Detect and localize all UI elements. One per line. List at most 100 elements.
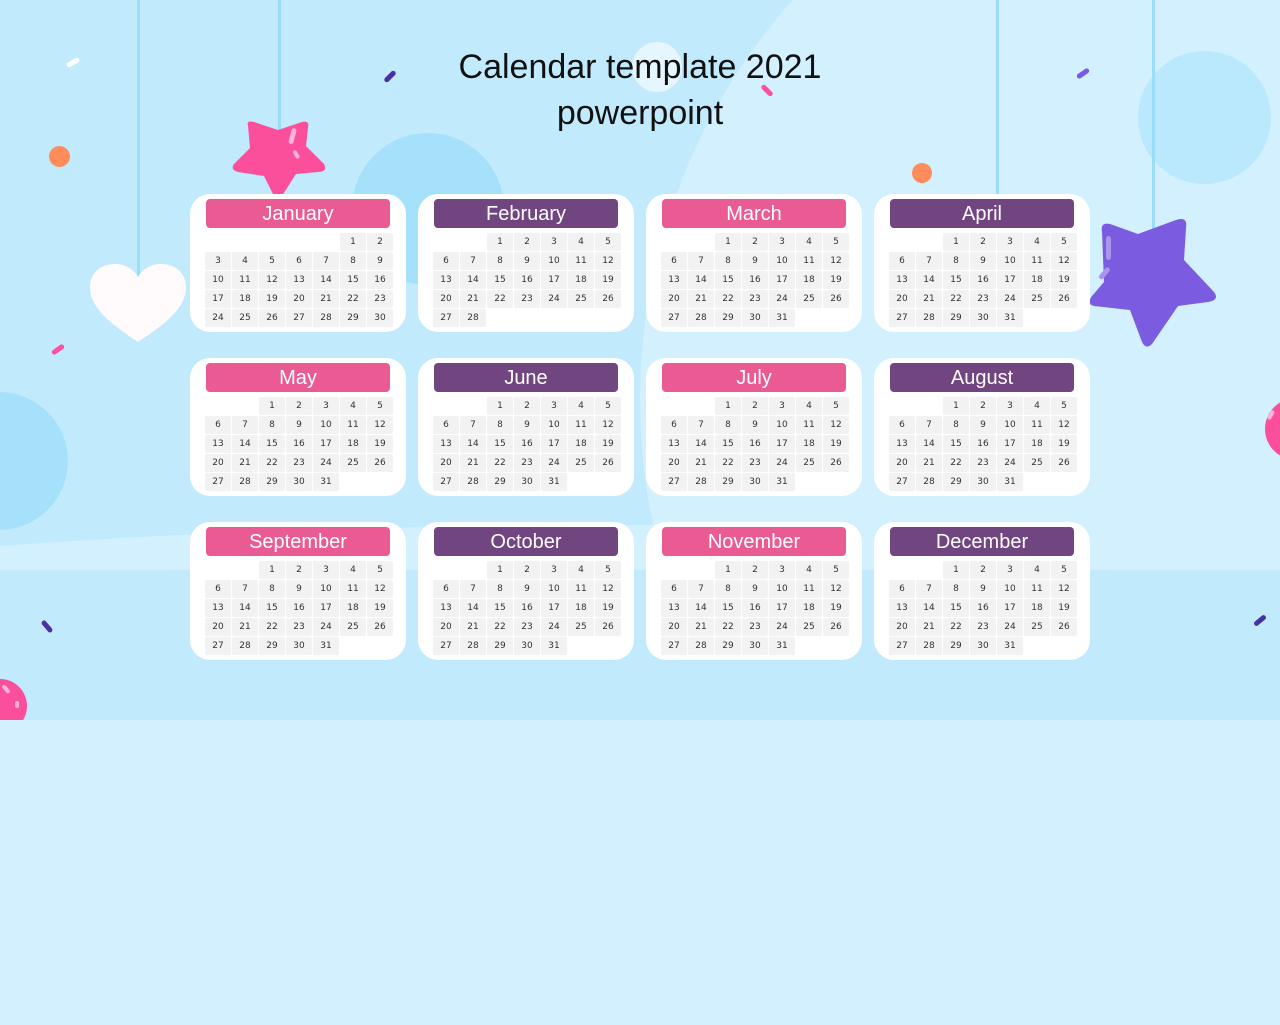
day-cell[interactable]: 3 xyxy=(769,561,795,579)
day-cell[interactable]: 27 xyxy=(205,473,231,491)
day-cell[interactable]: 2 xyxy=(514,561,540,579)
day-cell[interactable]: 6 xyxy=(661,252,687,270)
day-cell[interactable]: 1 xyxy=(943,397,969,415)
day-cell[interactable]: 24 xyxy=(541,454,567,472)
day-cell[interactable]: 21 xyxy=(688,454,714,472)
day-cell[interactable]: 28 xyxy=(313,309,339,327)
day-cell[interactable]: 2 xyxy=(742,397,768,415)
day-cell[interactable]: 16 xyxy=(970,271,996,289)
day-cell[interactable]: 5 xyxy=(823,233,849,251)
day-cell[interactable]: 7 xyxy=(313,252,339,270)
day-cell[interactable]: 24 xyxy=(313,618,339,636)
day-cell[interactable]: 2 xyxy=(514,233,540,251)
day-cell[interactable]: 13 xyxy=(286,271,312,289)
day-cell[interactable]: 10 xyxy=(541,580,567,598)
day-cell[interactable]: 1 xyxy=(943,233,969,251)
day-cell[interactable]: 26 xyxy=(1051,290,1077,308)
day-cell[interactable]: 7 xyxy=(460,416,486,434)
day-cell[interactable]: 10 xyxy=(541,416,567,434)
day-cell[interactable]: 21 xyxy=(232,454,258,472)
day-cell[interactable]: 1 xyxy=(715,397,741,415)
day-cell[interactable]: 28 xyxy=(688,309,714,327)
day-cell[interactable]: 20 xyxy=(205,618,231,636)
day-cell[interactable]: 21 xyxy=(916,618,942,636)
day-cell[interactable]: 23 xyxy=(514,454,540,472)
day-cell[interactable]: 25 xyxy=(340,454,366,472)
day-cell[interactable]: 1 xyxy=(259,561,285,579)
day-cell[interactable]: 6 xyxy=(889,416,915,434)
day-cell[interactable]: 13 xyxy=(433,599,459,617)
day-cell[interactable]: 24 xyxy=(541,290,567,308)
day-cell[interactable]: 19 xyxy=(823,599,849,617)
day-cell[interactable]: 18 xyxy=(1024,435,1050,453)
day-cell[interactable]: 8 xyxy=(943,252,969,270)
day-cell[interactable]: 17 xyxy=(541,435,567,453)
day-cell[interactable]: 19 xyxy=(1051,271,1077,289)
day-cell[interactable]: 4 xyxy=(796,397,822,415)
day-cell[interactable]: 15 xyxy=(259,599,285,617)
day-cell[interactable]: 3 xyxy=(997,397,1023,415)
day-cell[interactable]: 3 xyxy=(205,252,231,270)
day-cell[interactable]: 7 xyxy=(460,252,486,270)
day-cell[interactable]: 26 xyxy=(259,309,285,327)
day-cell[interactable]: 26 xyxy=(595,618,621,636)
day-cell[interactable]: 19 xyxy=(1051,435,1077,453)
day-cell[interactable]: 15 xyxy=(259,435,285,453)
day-cell[interactable]: 27 xyxy=(661,473,687,491)
day-cell[interactable]: 31 xyxy=(769,309,795,327)
day-cell[interactable]: 25 xyxy=(796,454,822,472)
day-cell[interactable]: 21 xyxy=(916,290,942,308)
day-cell[interactable]: 18 xyxy=(568,599,594,617)
day-cell[interactable]: 2 xyxy=(286,561,312,579)
day-cell[interactable]: 2 xyxy=(286,397,312,415)
day-cell[interactable]: 12 xyxy=(823,416,849,434)
day-cell[interactable]: 5 xyxy=(823,397,849,415)
day-cell[interactable]: 23 xyxy=(742,618,768,636)
day-cell[interactable]: 29 xyxy=(715,309,741,327)
day-cell[interactable]: 11 xyxy=(232,271,258,289)
day-cell[interactable]: 2 xyxy=(970,561,996,579)
day-cell[interactable]: 24 xyxy=(769,454,795,472)
day-cell[interactable]: 9 xyxy=(970,252,996,270)
day-cell[interactable]: 14 xyxy=(688,271,714,289)
day-cell[interactable]: 6 xyxy=(286,252,312,270)
day-cell[interactable]: 31 xyxy=(313,473,339,491)
day-cell[interactable]: 24 xyxy=(997,290,1023,308)
day-cell[interactable]: 28 xyxy=(916,473,942,491)
day-cell[interactable]: 2 xyxy=(970,233,996,251)
day-cell[interactable]: 6 xyxy=(889,580,915,598)
day-cell[interactable]: 10 xyxy=(997,252,1023,270)
day-cell[interactable]: 14 xyxy=(313,271,339,289)
day-cell[interactable]: 24 xyxy=(205,309,231,327)
day-cell[interactable]: 22 xyxy=(715,618,741,636)
day-cell[interactable]: 15 xyxy=(487,271,513,289)
day-cell[interactable]: 20 xyxy=(661,454,687,472)
day-cell[interactable]: 5 xyxy=(367,397,393,415)
day-cell[interactable]: 7 xyxy=(688,416,714,434)
day-cell[interactable]: 17 xyxy=(997,271,1023,289)
day-cell[interactable]: 10 xyxy=(313,416,339,434)
day-cell[interactable]: 6 xyxy=(889,252,915,270)
day-cell[interactable]: 28 xyxy=(460,309,486,327)
day-cell[interactable]: 26 xyxy=(1051,454,1077,472)
day-cell[interactable]: 12 xyxy=(1051,252,1077,270)
day-cell[interactable]: 15 xyxy=(715,435,741,453)
day-cell[interactable]: 23 xyxy=(970,454,996,472)
day-cell[interactable]: 22 xyxy=(487,454,513,472)
day-cell[interactable]: 20 xyxy=(433,454,459,472)
day-cell[interactable]: 12 xyxy=(1051,580,1077,598)
day-cell[interactable]: 4 xyxy=(796,233,822,251)
day-cell[interactable]: 28 xyxy=(916,309,942,327)
day-cell[interactable]: 23 xyxy=(742,454,768,472)
day-cell[interactable]: 21 xyxy=(688,290,714,308)
day-cell[interactable]: 29 xyxy=(487,637,513,655)
day-cell[interactable]: 26 xyxy=(367,454,393,472)
day-cell[interactable]: 31 xyxy=(997,473,1023,491)
day-cell[interactable]: 9 xyxy=(742,416,768,434)
day-cell[interactable]: 30 xyxy=(514,637,540,655)
day-cell[interactable]: 21 xyxy=(460,618,486,636)
day-cell[interactable]: 3 xyxy=(313,397,339,415)
day-cell[interactable]: 10 xyxy=(769,416,795,434)
day-cell[interactable]: 26 xyxy=(823,454,849,472)
day-cell[interactable]: 4 xyxy=(568,561,594,579)
